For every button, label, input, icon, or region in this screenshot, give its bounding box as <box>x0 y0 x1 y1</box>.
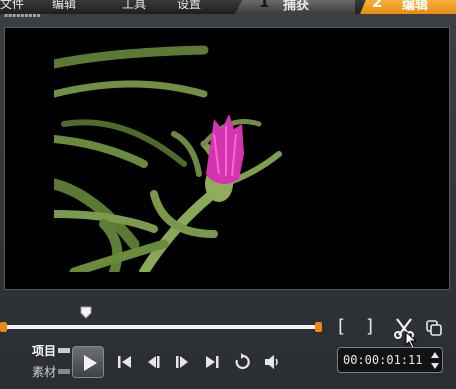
preview-window <box>4 27 450 290</box>
tab-label: 捕获 <box>283 0 310 13</box>
timecode-field[interactable]: 00:00:01:11 <box>337 347 443 373</box>
trim-track[interactable] <box>4 325 320 329</box>
tab-capture[interactable]: 1 捕获 <box>235 0 355 14</box>
trim-bar[interactable] <box>0 320 330 334</box>
expand-icon[interactable] <box>425 319 443 337</box>
repeat-icon[interactable] <box>232 352 252 372</box>
volume-icon[interactable] <box>262 352 282 372</box>
menu-edit[interactable]: 编辑 <box>52 0 76 12</box>
tab-label: 编辑 <box>402 0 429 13</box>
trim-end-handle[interactable] <box>315 322 322 332</box>
mark-out-icon[interactable]: ] <box>366 318 373 336</box>
menu-settings[interactable]: 设置 <box>177 0 201 12</box>
tab-number: 1 <box>259 0 270 11</box>
play-button[interactable] <box>72 346 104 378</box>
playhead-marker[interactable] <box>79 306 93 320</box>
flower-bud-image <box>54 44 299 272</box>
timecode-increment-icon[interactable] <box>430 350 440 360</box>
project-mode-indicator <box>58 348 70 353</box>
go-to-start-icon[interactable] <box>115 352 135 372</box>
project-mode-label[interactable]: 项目 <box>32 342 56 359</box>
menu-file[interactable]: 文件 <box>0 0 24 12</box>
mark-in-icon[interactable]: [ <box>338 318 345 336</box>
trim-start-handle[interactable] <box>0 322 7 332</box>
tab-edit[interactable]: 2 编辑 <box>360 0 456 14</box>
tab-number: 2 <box>372 0 383 11</box>
menu-bar: 文件 编辑 工具 设置 1 捕获 2 编辑 <box>0 0 456 14</box>
previous-frame-icon[interactable] <box>143 352 163 372</box>
menu-tools[interactable]: 工具 <box>122 0 146 12</box>
play-icon <box>84 355 97 371</box>
clip-mode-indicator <box>58 369 70 374</box>
panel-grip-icon[interactable]: ▪▪▪▪▪▪▪▪▪ <box>4 13 41 19</box>
next-frame-icon[interactable] <box>173 352 193 372</box>
clip-mode-label[interactable]: 素材 <box>32 363 56 380</box>
video-frame <box>54 44 299 272</box>
timecode-value[interactable]: 00:00:01:11 <box>343 353 422 367</box>
timecode-decrement-icon[interactable] <box>430 361 440 371</box>
go-to-end-icon[interactable] <box>202 352 222 372</box>
